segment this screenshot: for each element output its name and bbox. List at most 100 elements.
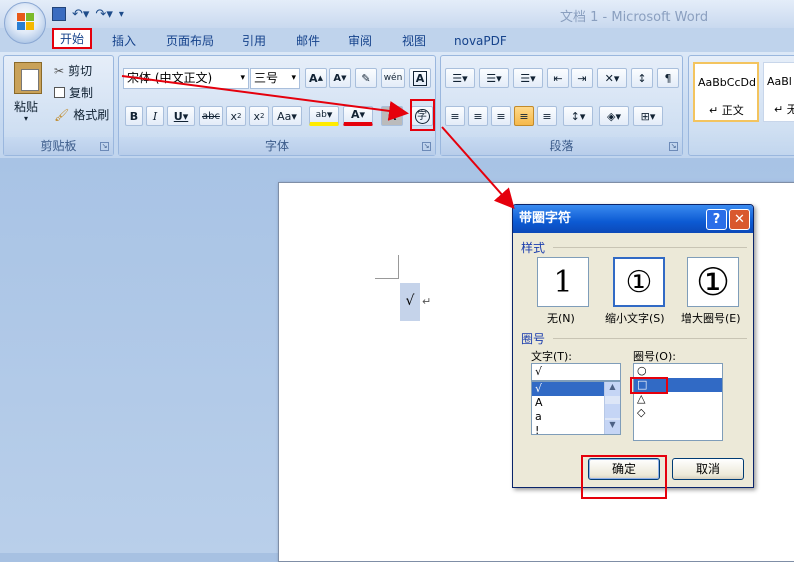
chevron-down-icon: ▾ <box>291 73 296 83</box>
align-left-button[interactable]: ≡ <box>445 106 465 126</box>
borders-button[interactable]: ⊞▾ <box>633 106 663 126</box>
style-shrink-text-preview[interactable]: ① <box>613 257 665 307</box>
highlight-button[interactable]: ab ▾ <box>309 106 339 126</box>
list-item[interactable]: △ <box>634 392 722 406</box>
scroll-down-icon[interactable]: ▼ <box>605 420 620 434</box>
style-normal-name: ↵ 正文 <box>709 104 744 117</box>
eraser-icon: ✎ <box>361 71 371 85</box>
enclosure-section-label: 圈号 <box>521 332 546 346</box>
superscript-button[interactable]: x2 <box>249 106 269 126</box>
tab-references[interactable]: 引用 <box>236 30 272 52</box>
selected-character[interactable]: √ <box>400 283 420 321</box>
align-right-button[interactable]: ≡ <box>491 106 511 126</box>
shading-button[interactable]: ◈ ▾ <box>599 106 629 126</box>
office-logo-icon <box>17 13 35 31</box>
style-enlarge-symbol-label[interactable]: 增大圈号(E) <box>681 310 741 326</box>
change-case-button[interactable]: Aa ▾ <box>272 106 302 126</box>
character-shading-button[interactable]: A <box>381 106 403 126</box>
multilevel-list-button[interactable]: ☰▾ <box>513 68 543 88</box>
distributed-button[interactable]: ≡ <box>537 106 557 126</box>
tab-review[interactable]: 审阅 <box>342 30 378 52</box>
style-none-glyph: 1 <box>553 264 573 300</box>
close-button[interactable]: ✕ <box>729 209 750 230</box>
format-painter-button[interactable]: 🖌 格式刷 <box>54 106 109 123</box>
text-listbox[interactable]: √ A a ! ▲ ▼ <box>531 381 621 437</box>
scissors-icon: ✂ <box>54 63 65 78</box>
shape-listbox[interactable]: ○ □ △ ◇ <box>633 363 723 441</box>
font-color-button[interactable]: A▾ <box>343 106 373 126</box>
paste-icon[interactable] <box>14 62 42 94</box>
chinese-layout-button[interactable]: ✕▾ <box>597 68 627 88</box>
format-painter-label: 格式刷 <box>73 108 110 122</box>
strikethrough-button[interactable]: abc <box>199 106 223 126</box>
enclose-characters-dialog: 带圈字符 ? ✕ 样式 1 ① ① 无(N) 缩小文字(S) 增大圈号(E) 圈… <box>512 204 754 488</box>
style-enlarge-symbol-preview[interactable]: ① <box>687 257 739 307</box>
styles-group: AaBbCcDd ↵ 正文 AaBl ↵ 无 <box>688 55 794 156</box>
style-normal-preview: AaBbCcDd <box>698 76 756 89</box>
redo-icon[interactable]: ↷▾ <box>95 7 112 22</box>
line-spacing-button[interactable]: ↕▾ <box>563 106 593 126</box>
clipboard-launcher-icon[interactable]: ↘ <box>100 142 109 151</box>
tab-mailings[interactable]: 邮件 <box>290 30 326 52</box>
paragraph-group: ☰▾ ☰▾ ☰▾ ⇤ ⇥ ✕▾ ↕ ¶ ≡ ≡ ≡ ≡ ≡ ↕▾ ◈ ▾ ⊞▾ 段… <box>440 55 683 156</box>
character-border-button[interactable]: A <box>409 68 431 88</box>
text-input[interactable]: √ <box>531 363 621 381</box>
customize-qat-icon[interactable]: ▾ <box>119 9 124 20</box>
copy-button[interactable]: 复制 <box>54 84 93 101</box>
tab-home[interactable]: 开始 <box>52 28 92 49</box>
cut-button[interactable]: ✂ 剪切 <box>54 62 92 79</box>
tab-insert[interactable]: 插入 <box>106 30 142 52</box>
phonetic-guide-button[interactable]: wén <box>381 68 405 88</box>
tab-page-layout[interactable]: 页面布局 <box>160 30 220 52</box>
style-normal[interactable]: AaBbCcDd ↵ 正文 <box>693 62 759 122</box>
paste-dropdown-icon[interactable]: ▾ <box>24 114 28 123</box>
justify-button[interactable]: ≡ <box>514 106 534 126</box>
divider <box>553 338 747 339</box>
paste-label[interactable]: 粘贴 <box>14 98 38 115</box>
underline-button[interactable]: U▾ <box>167 106 195 126</box>
help-button[interactable]: ? <box>706 209 727 230</box>
show-marks-button[interactable]: ¶ <box>657 68 679 88</box>
font-size-value: 三号 <box>254 71 279 85</box>
save-icon[interactable] <box>52 7 66 21</box>
tab-novapdf[interactable]: novaPDF <box>448 30 513 52</box>
sort-button[interactable]: ↕ <box>631 68 653 88</box>
increase-indent-button[interactable]: ⇥ <box>571 68 593 88</box>
align-center-button[interactable]: ≡ <box>468 106 488 126</box>
list-item[interactable]: ◇ <box>634 406 722 420</box>
scrollbar[interactable]: ▲ ▼ <box>604 382 620 434</box>
scroll-thumb[interactable] <box>605 404 620 418</box>
tab-view[interactable]: 视图 <box>396 30 432 52</box>
margin-corner-mark <box>375 255 399 279</box>
window-title: 文档 1 - Microsoft Word <box>560 10 709 25</box>
subscript-button[interactable]: x2 <box>226 106 246 126</box>
bullets-button[interactable]: ☰▾ <box>445 68 475 88</box>
font-size-select[interactable]: 三号 ▾ <box>250 68 300 89</box>
style-no-spacing[interactable]: AaBl ↵ 无 <box>763 62 794 122</box>
paragraph-launcher-icon[interactable]: ↘ <box>669 142 678 151</box>
bold-button[interactable]: B <box>125 106 143 126</box>
decrease-indent-button[interactable]: ⇤ <box>547 68 569 88</box>
style-no-spacing-name: ↵ 无 <box>774 103 794 116</box>
shape-field-label: 圈号(O): <box>633 350 676 363</box>
italic-button[interactable]: I <box>146 106 164 126</box>
style-shrink-text-label[interactable]: 缩小文字(S) <box>605 310 665 326</box>
numbering-button[interactable]: ☰▾ <box>479 68 509 88</box>
list-item[interactable]: √ <box>532 382 604 396</box>
font-name-select[interactable]: 宋体 (中文正文) ▾ <box>123 68 249 89</box>
style-none-label[interactable]: 无(N) <box>547 310 575 326</box>
scroll-up-icon[interactable]: ▲ <box>605 382 620 396</box>
cancel-button[interactable]: 取消 <box>672 458 744 480</box>
clear-formatting-button[interactable]: ✎ <box>355 68 377 88</box>
copy-label: 复制 <box>69 86 94 100</box>
undo-icon[interactable]: ↶▾ <box>72 7 89 22</box>
list-item[interactable]: ○ <box>634 364 722 378</box>
font-launcher-icon[interactable]: ↘ <box>422 142 431 151</box>
paragraph-mark: ↵ <box>422 295 432 308</box>
brush-icon: 🖌 <box>54 107 70 122</box>
style-none-preview[interactable]: 1 <box>537 257 589 307</box>
shrink-font-button[interactable]: A ▼ <box>329 68 351 88</box>
office-button[interactable] <box>4 2 46 44</box>
grow-font-button[interactable]: A ▲ <box>305 68 327 88</box>
highlight-label: ab <box>315 109 327 120</box>
